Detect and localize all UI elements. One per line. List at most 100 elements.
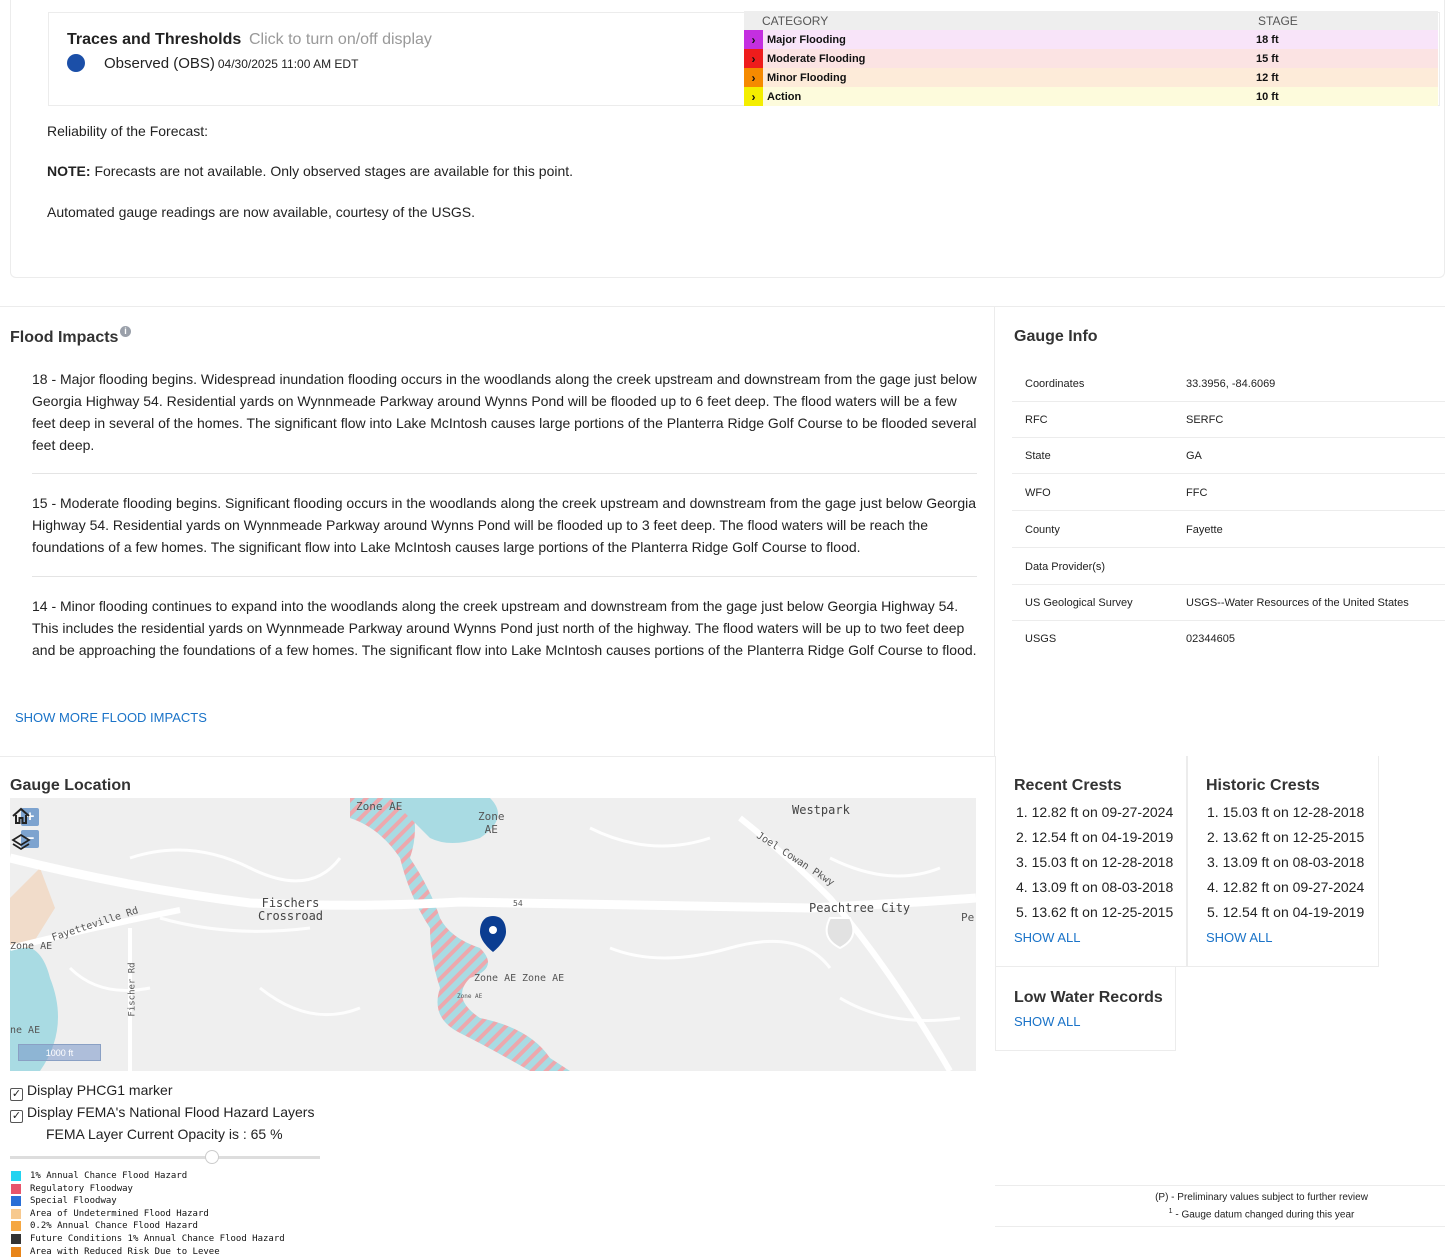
map-label-ne-ae: ne AE — [10, 1025, 41, 1036]
display-fema-label: Display FEMA's National Flood Hazard Lay… — [27, 1104, 315, 1120]
legend-label: 0.2% Annual Chance Flood Hazard — [30, 1221, 198, 1232]
legend-label: Area of Undetermined Flood Hazard — [30, 1208, 209, 1219]
legend-swatch — [11, 1171, 21, 1181]
observed-label: Observed (OBS) — [104, 55, 215, 72]
usgs-water-resources-link[interactable]: USGS--Water Resources of the United Stat… — [1186, 597, 1409, 609]
legend-swatch — [11, 1196, 21, 1207]
gauge-location-title: Gauge Location — [10, 777, 131, 794]
slider-thumb[interactable] — [204, 1150, 219, 1164]
home-icon[interactable] — [10, 805, 32, 827]
crest-item: 5. 12.54 ft on 04-19-2019 — [1207, 904, 1365, 920]
fema-opacity-text: FEMA Layer Current Opacity is : 65 % — [46, 1126, 283, 1142]
threshold-header-category: CATEGORY — [744, 11, 1256, 30]
map-label-westpark: Westpark — [792, 803, 850, 817]
traces-title: Traces and Thresholds — [67, 31, 242, 48]
legend-label: Special Floodway — [30, 1196, 117, 1207]
crest-item: 2. 13.62 ft on 12-25-2015 — [1207, 829, 1365, 845]
gauge-info-row-data-providers: Data Provider(s) — [1012, 549, 1445, 585]
gauge-info-row-rfc: RFC SERFC — [1012, 402, 1445, 438]
traces-hint: Click to turn on/off display — [249, 31, 432, 48]
chevron-right-icon: › — [744, 87, 763, 106]
legend-swatch — [11, 1246, 21, 1257]
flood-impacts-title: Flood Impacts — [10, 329, 119, 346]
legend-swatch — [11, 1221, 21, 1232]
gauge-info-label: RFC — [1025, 414, 1048, 426]
threshold-header-stage: STAGE — [1256, 11, 1438, 30]
threshold-row-major[interactable]: › Major Flooding 18 ft — [744, 30, 1438, 49]
gauge-info-label: USGS — [1025, 633, 1057, 645]
threshold-stage: 15 ft — [1256, 49, 1438, 68]
legend-swatch — [11, 1208, 21, 1219]
gauge-info-row-coordinates: Coordinates 33.3956, -84.6069 — [1012, 366, 1445, 402]
observed-toggle[interactable]: Observed (OBS) 04/30/2025 11:00 AM EDT — [104, 55, 358, 72]
recent-crests-show-all-link[interactable]: SHOW ALL — [1014, 930, 1080, 945]
show-more-flood-impacts-link[interactable]: SHOW MORE FLOOD IMPACTS — [15, 710, 207, 725]
threshold-row-moderate[interactable]: › Moderate Flooding 15 ft — [744, 49, 1438, 68]
gauge-info-row-usgs-survey: US Geological Survey USGS--Water Resourc… — [1012, 585, 1445, 621]
chevron-right-icon: › — [744, 49, 763, 68]
forecast-note: NOTE: Forecasts are not available. Only … — [47, 163, 573, 179]
low-water-records-title: Low Water Records — [1014, 989, 1163, 1006]
crest-item: 3. 13.09 ft on 08-03-2018 — [1207, 854, 1365, 870]
threshold-stage: 12 ft — [1256, 68, 1438, 87]
legend-swatch — [11, 1183, 21, 1194]
threshold-row-minor[interactable]: › Minor Flooding 12 ft — [744, 68, 1438, 87]
map-canvas — [10, 798, 976, 1071]
wfo-link[interactable]: FFC — [1186, 487, 1207, 499]
map-label-fischers-crossroad: Fischers Crossroad — [258, 896, 324, 923]
crest-item: 1. 15.03 ft on 12-28-2018 — [1207, 804, 1365, 820]
fema-opacity-slider[interactable] — [10, 1150, 320, 1164]
observed-toggle-dot[interactable] — [67, 54, 85, 72]
gauge-map[interactable]: Zone AE Zone AE Westpark Joel Cowan Pkwy… — [10, 798, 976, 1071]
display-marker-checkbox[interactable]: ✓ Display PHCG1 marker — [10, 1082, 172, 1101]
impact-item: 15 - Moderate flooding begins. Significa… — [32, 495, 977, 555]
low-water-show-all-link[interactable]: SHOW ALL — [1014, 1014, 1080, 1029]
recent-crests-list: 1. 12.82 ft on 09-27-2024 2. 12.54 ft on… — [1016, 800, 1173, 925]
impact-item: 18 - Major flooding begins. Widespread i… — [32, 371, 977, 453]
legend-swatch — [11, 1234, 21, 1244]
threshold-stage: 10 ft — [1256, 87, 1438, 106]
gauge-info-row-county: County Fayette — [1012, 512, 1445, 548]
crest-item: 2. 12.54 ft on 04-19-2019 — [1016, 829, 1174, 845]
low-water-records-card — [995, 967, 1176, 1051]
footnote-datum-text: - Gauge datum changed during this year — [1172, 1209, 1355, 1221]
state-link[interactable]: GA — [1186, 450, 1202, 462]
automated-note: Automated gauge readings are now availab… — [47, 204, 476, 220]
rfc-link[interactable]: SERFC — [1186, 414, 1223, 426]
historic-crests-show-all-link[interactable]: SHOW ALL — [1206, 930, 1272, 945]
map-label-zone-ae: Zone AE — [478, 810, 505, 836]
historic-crests-title: Historic Crests — [1206, 777, 1320, 794]
gauge-info-label: WFO — [1025, 487, 1051, 499]
gauge-marker-pin[interactable] — [480, 916, 506, 952]
threshold-category: Action — [763, 87, 1256, 106]
display-fema-checkbox[interactable]: ✓ Display FEMA's National Flood Hazard La… — [10, 1104, 314, 1123]
map-label-zone-ae: Zone AE — [474, 973, 517, 984]
map-scale-bar: 1000 ft — [18, 1044, 101, 1061]
gauge-info-label: State — [1025, 450, 1051, 462]
recent-crests-title: Recent Crests — [1014, 777, 1122, 794]
gauge-info-row-wfo: WFO FFC — [1012, 475, 1445, 511]
threshold-category: Minor Flooding — [763, 68, 1256, 87]
gauge-info-row-usgs: USGS 02344605 — [1012, 621, 1445, 657]
gauge-info-label: Data Provider(s) — [1025, 561, 1106, 573]
map-label-peachtree-city: Peachtree City — [809, 901, 911, 915]
gauge-info-label: US Geological Survey — [1025, 597, 1133, 609]
threshold-stage: 18 ft — [1256, 30, 1438, 49]
threshold-category: Moderate Flooding — [763, 49, 1256, 68]
threshold-row-action[interactable]: › Action 10 ft — [744, 87, 1438, 106]
map-label-pe: Pe — [961, 911, 975, 924]
observed-time: 04/30/2025 11:00 AM EDT — [217, 57, 359, 71]
gauge-info-label: Coordinates — [1025, 378, 1085, 390]
crest-item: 3. 15.03 ft on 12-28-2018 — [1016, 854, 1174, 870]
map-label-zone-ae: Zone AE — [522, 973, 565, 984]
layers-icon[interactable] — [10, 832, 32, 854]
checkmark-icon: ✓ — [10, 1088, 23, 1101]
chevron-right-icon: › — [744, 30, 763, 49]
footnote-preliminary: (P) - Preliminary values subject to furt… — [1155, 1192, 1368, 1203]
crest-item: 1. 12.82 ft on 09-27-2024 — [1016, 804, 1174, 820]
usgs-site-link[interactable]: 02344605 — [1186, 633, 1235, 645]
map-label-zone-ae: Zone AE — [10, 941, 53, 952]
map-label-route-54: 54 — [513, 899, 523, 908]
info-icon[interactable]: i — [120, 326, 131, 337]
gauge-info-row-state: State GA — [1012, 438, 1445, 474]
